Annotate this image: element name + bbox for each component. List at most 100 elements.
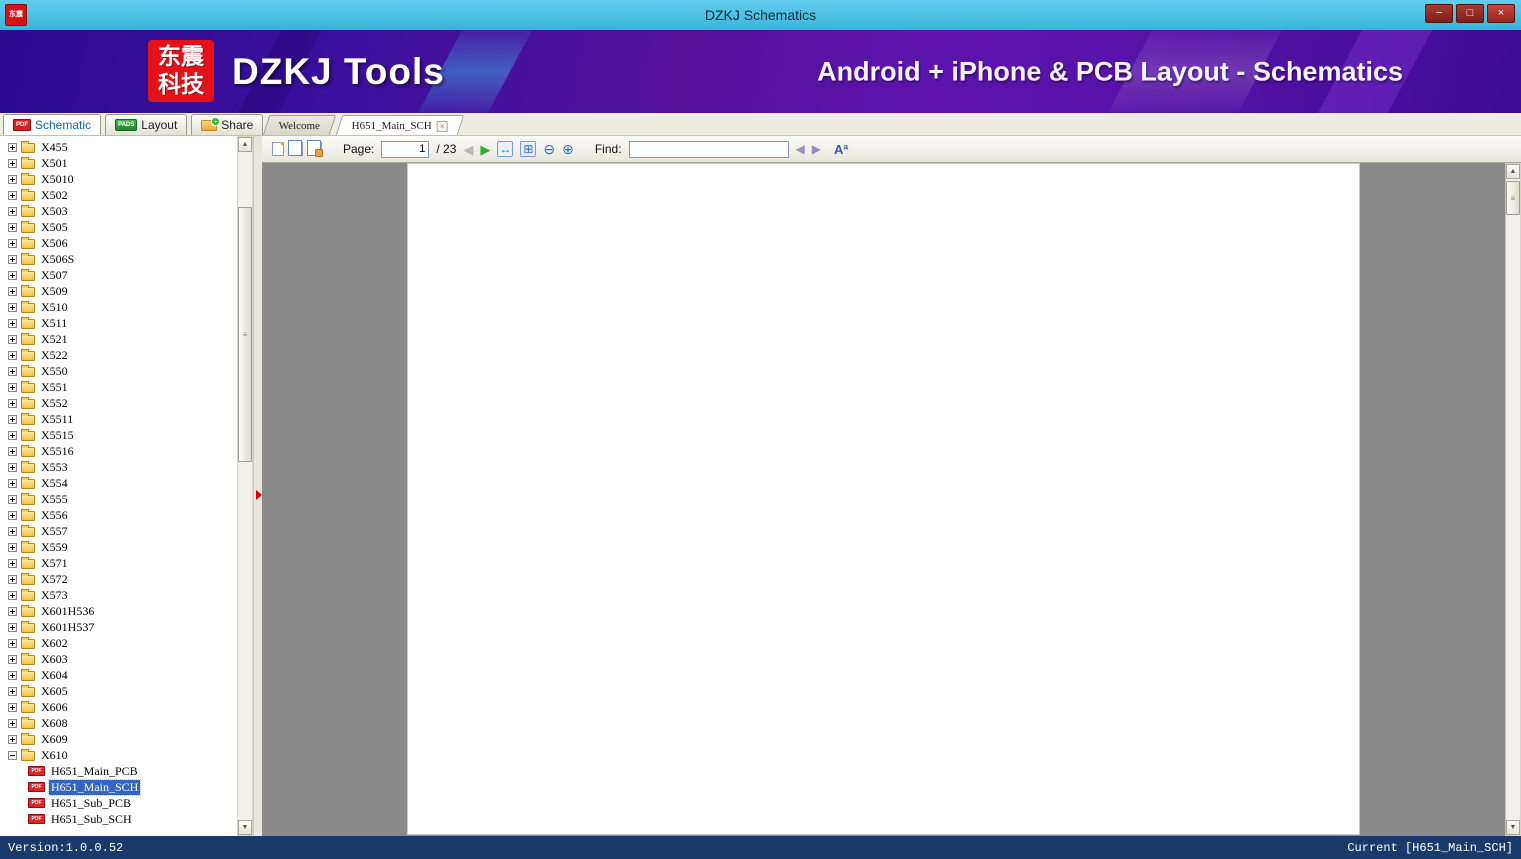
doc-tab-h651_main_sch[interactable]: H651_Main_SCH × <box>336 115 465 135</box>
expand-icon[interactable] <box>8 366 17 376</box>
tree-item-X573[interactable]: X573 <box>0 587 237 603</box>
tree-item-X550[interactable]: X550 <box>0 363 237 379</box>
tree-item-H651_Sub_PCB[interactable]: PDF H651_Sub_PCB <box>0 795 237 811</box>
tree-item-X522[interactable]: X522 <box>0 347 237 363</box>
pdf-page[interactable] <box>407 163 1360 835</box>
expand-icon[interactable] <box>8 702 17 712</box>
tree-item-X553[interactable]: X553 <box>0 459 237 475</box>
tree-item-X5516[interactable]: X5516 <box>0 443 237 459</box>
tree-item-X510[interactable]: X510 <box>0 299 237 315</box>
tree-item-X509[interactable]: X509 <box>0 283 237 299</box>
expand-icon[interactable] <box>8 590 17 600</box>
mode-tab-layout[interactable]: PADS Layout <box>105 114 188 135</box>
expand-icon[interactable] <box>8 686 17 696</box>
copy-pages-icon[interactable] <box>288 140 303 156</box>
tree-item-X556[interactable]: X556 <box>0 507 237 523</box>
expand-icon[interactable] <box>8 654 17 664</box>
tree-item-X605[interactable]: X605 <box>0 683 237 699</box>
scroll-down-button[interactable]: ▼ <box>1506 820 1520 835</box>
expand-icon[interactable] <box>8 414 17 424</box>
scroll-thumb[interactable]: ≡ <box>238 207 252 462</box>
find-next-button[interactable]: ▶ <box>812 143 821 155</box>
page-number-input[interactable] <box>381 140 430 158</box>
expand-icon[interactable] <box>8 238 17 248</box>
expand-icon[interactable] <box>8 446 17 456</box>
doc-tab-welcome[interactable]: Welcome <box>262 115 337 135</box>
expand-icon[interactable] <box>8 254 17 264</box>
tree-item-H651_Main_SCH[interactable]: PDF H651_Main_SCH <box>0 778 237 796</box>
expand-icon[interactable] <box>8 398 17 408</box>
find-input[interactable] <box>628 140 789 158</box>
tree-item-X609[interactable]: X609 <box>0 731 237 747</box>
tree-item-X552[interactable]: X552 <box>0 395 237 411</box>
titlebar[interactable]: 东震 DZKJ Schematics − □ × <box>0 0 1521 30</box>
tree-item-X554[interactable]: X554 <box>0 475 237 491</box>
tree-item-X557[interactable]: X557 <box>0 523 237 539</box>
minimize-button[interactable]: − <box>1425 4 1453 23</box>
zoom-out-button[interactable]: ⊖ <box>543 142 555 156</box>
tree-item-X521[interactable]: X521 <box>0 331 237 347</box>
font-size-button[interactable]: Aª <box>834 142 848 157</box>
expand-icon[interactable] <box>8 190 17 200</box>
sidebar-splitter[interactable] <box>253 136 262 836</box>
expand-icon[interactable] <box>8 526 17 536</box>
tree-item-X511[interactable]: X511 <box>0 315 237 331</box>
expand-icon[interactable] <box>8 158 17 168</box>
expand-icon[interactable] <box>8 270 17 280</box>
expand-icon[interactable] <box>8 542 17 552</box>
collapse-icon[interactable] <box>8 750 17 760</box>
tree-item-X559[interactable]: X559 <box>0 539 237 555</box>
expand-icon[interactable] <box>8 574 17 584</box>
tree-item-H651_Sub_SCH[interactable]: PDF H651_Sub_SCH <box>0 811 237 827</box>
tree-item-X506S[interactable]: X506S <box>0 251 237 267</box>
expand-icon[interactable] <box>8 350 17 360</box>
tree-item-X604[interactable]: X604 <box>0 667 237 683</box>
tree-item-X506[interactable]: X506 <box>0 235 237 251</box>
expand-icon[interactable] <box>8 142 17 152</box>
zoom-in-button[interactable]: ⊕ <box>562 142 574 156</box>
tree-item-X571[interactable]: X571 <box>0 555 237 571</box>
tree-item-X455[interactable]: X455 <box>0 139 237 155</box>
mode-tab-schematic[interactable]: PDF Schematic <box>3 114 102 135</box>
expand-icon[interactable] <box>8 430 17 440</box>
close-button[interactable]: × <box>1487 4 1515 23</box>
fit-page-button[interactable]: ⊞ <box>520 141 537 157</box>
scroll-down-button[interactable]: ▼ <box>238 820 252 835</box>
prev-page-button[interactable]: ◀ <box>463 143 473 156</box>
expand-icon[interactable] <box>8 206 17 216</box>
expand-icon[interactable] <box>8 334 17 344</box>
tree-item-X606[interactable]: X606 <box>0 699 237 715</box>
tree-item-X502[interactable]: X502 <box>0 187 237 203</box>
expand-icon[interactable] <box>8 318 17 328</box>
expand-icon[interactable] <box>8 734 17 744</box>
tree-item-X602[interactable]: X602 <box>0 635 237 651</box>
tree-item-X601H536[interactable]: X601H536 <box>0 603 237 619</box>
tree-item-X603[interactable]: X603 <box>0 651 237 667</box>
tree-item-X608[interactable]: X608 <box>0 715 237 731</box>
tree-item-H651_Main_PCB[interactable]: PDF H651_Main_PCB <box>0 763 237 779</box>
tree-scrollbar[interactable]: ▲ ≡ ▼ <box>237 136 253 836</box>
next-page-button[interactable]: ▶ <box>480 143 490 156</box>
expand-icon[interactable] <box>8 606 17 616</box>
fit-width-button[interactable]: ↔ <box>497 141 514 157</box>
expand-icon[interactable] <box>8 494 17 504</box>
tree-item-X601H537[interactable]: X601H537 <box>0 619 237 635</box>
tree-item-X5010[interactable]: X5010 <box>0 171 237 187</box>
expand-icon[interactable] <box>8 670 17 680</box>
expand-icon[interactable] <box>8 510 17 520</box>
expand-icon[interactable] <box>8 478 17 488</box>
tab-close-button[interactable]: × <box>437 120 449 131</box>
scroll-thumb[interactable]: ≡ <box>1506 181 1520 215</box>
tree-item-X5515[interactable]: X5515 <box>0 427 237 443</box>
tree-item-X555[interactable]: X555 <box>0 491 237 507</box>
tree-item-X503[interactable]: X503 <box>0 203 237 219</box>
viewer-scrollbar[interactable]: ▲ ≡ ▼ <box>1505 163 1521 836</box>
expand-icon[interactable] <box>8 462 17 472</box>
expand-icon[interactable] <box>8 174 17 184</box>
tree-item-X551[interactable]: X551 <box>0 379 237 395</box>
tree-item-X501[interactable]: X501 <box>0 155 237 171</box>
scroll-up-button[interactable]: ▲ <box>238 137 252 152</box>
expand-icon[interactable] <box>8 302 17 312</box>
maximize-button[interactable]: □ <box>1456 4 1484 23</box>
copy-page-icon[interactable] <box>272 142 284 156</box>
